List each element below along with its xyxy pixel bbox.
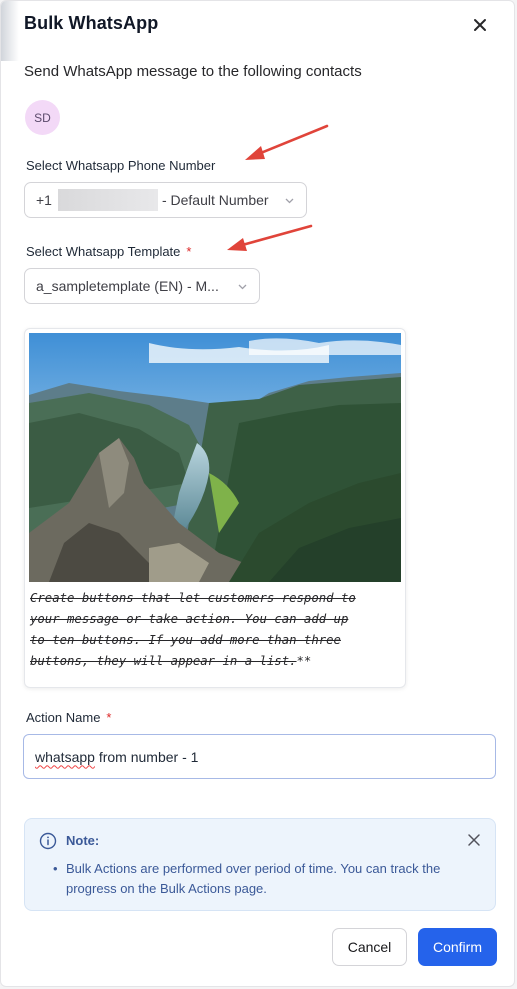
close-icon[interactable] (466, 832, 482, 848)
action-name-value-rest: from number - 1 (94, 748, 199, 765)
backdrop-edge (1, 1, 19, 61)
info-circle-icon (39, 832, 57, 850)
action-name-value-word: whatsapp (35, 748, 95, 765)
chevron-down-icon (238, 284, 247, 290)
template-preview-image (29, 333, 401, 582)
cancel-button[interactable]: Cancel (332, 928, 407, 966)
bulk-whatsapp-dialog: Bulk WhatsApp Send WhatsApp message to t… (0, 0, 515, 987)
contact-avatar: SD (25, 100, 60, 135)
annotation-arrow (227, 224, 313, 251)
note-bullet: • (53, 861, 58, 876)
note-banner: Note: • Bulk Actions are performed over … (24, 818, 496, 911)
redacted-number (57, 189, 158, 211)
action-name-label: Action Name * (26, 710, 111, 725)
phone-number-select[interactable]: +1 - Default Number (24, 182, 307, 218)
preview-line: buttons, they will appear in a list. (30, 654, 297, 668)
preview-line: Create buttons that let customers respon… (30, 591, 356, 605)
annotation-arrow (245, 124, 329, 160)
action-name-input[interactable]: whatsapp from number - 1 (23, 734, 496, 779)
note-text: Bulk Actions are performed over period o… (66, 861, 441, 896)
chevron-down-icon (285, 198, 294, 204)
close-icon (474, 19, 486, 31)
preview-line: your message or take action. You can add… (30, 612, 349, 626)
template-selected-value: a_sampletemplate (EN) - M... (36, 278, 219, 294)
template-preview-text: Create buttons that let customers respon… (30, 588, 398, 672)
preview-line: to ten buttons. If you add more than thr… (30, 633, 341, 647)
dialog-title: Bulk WhatsApp (24, 13, 159, 33)
action-name-label-text: Action Name (26, 710, 101, 725)
confirm-button[interactable]: Confirm (418, 928, 497, 966)
required-mark: * (106, 710, 112, 725)
template-label-text: Select Whatsapp Template (26, 244, 181, 259)
note-title: Note: (66, 833, 100, 848)
template-preview-card: Create buttons that let customers respon… (24, 328, 406, 688)
phone-number-suffix: - Default Number (161, 192, 269, 208)
template-select[interactable]: a_sampletemplate (EN) - M... (24, 268, 260, 304)
phone-number-prefix: +1 (36, 192, 52, 208)
close-button[interactable] (469, 14, 491, 36)
template-label: Select Whatsapp Template * (26, 244, 191, 259)
required-mark: * (186, 244, 192, 259)
note-body: • Bulk Actions are performed over period… (53, 859, 473, 899)
preview-trailing: ** (296, 654, 312, 668)
phone-number-label: Select Whatsapp Phone Number (26, 158, 216, 173)
dialog-subtitle: Send WhatsApp message to the following c… (24, 63, 362, 80)
